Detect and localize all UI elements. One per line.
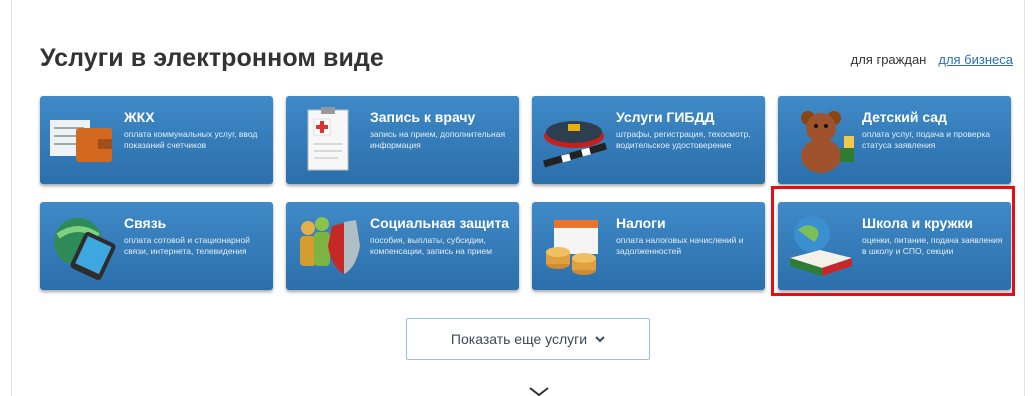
tile-description: оплата коммунальных услуг, ввод показани… [124, 129, 258, 150]
teddy-bear-icon [786, 106, 856, 174]
service-tile-social[interactable]: Социальная защита пособия, выплаты, субс… [286, 202, 519, 290]
tile-description: оплата сотовой и стационарной связи, инт… [124, 235, 250, 256]
show-more-services-button[interactable]: Показать еще услуги [406, 318, 650, 360]
scroll-down-icon[interactable] [524, 384, 554, 396]
globe-phone-icon [48, 212, 118, 280]
show-more-label: Показать еще услуги [450, 331, 588, 347]
tile-title: Социальная защита [370, 215, 510, 231]
chevron-down-icon [595, 336, 605, 343]
services-panel: Услуги в электронном виде для граждан дл… [0, 0, 1032, 396]
tile-title: Услуги ГИБДД [616, 109, 715, 125]
tile-description: запись на прием, дополнительная информац… [370, 129, 506, 150]
filter-citizens[interactable]: для граждан [851, 52, 927, 67]
medical-clipboard-icon [294, 106, 364, 174]
service-tile-kindergarten[interactable]: Детский сад оплата услуг, подача и прове… [778, 96, 1011, 184]
police-cap-baton-icon [540, 106, 610, 174]
tile-description: штрафы, регистрация, техосмотр, водитель… [616, 129, 751, 150]
service-tile-communication[interactable]: Связь оплата сотовой и стационарной связ… [40, 202, 273, 290]
service-tile-taxes[interactable]: Налоги оплата налоговых начислений и зад… [532, 202, 765, 290]
highlight-frame [771, 186, 1015, 296]
calendar-coins-icon [540, 212, 610, 280]
audience-filter: для граждан для бизнеса [851, 52, 1013, 67]
panel-right-border [1024, 0, 1025, 396]
section-title: Услуги в электронном виде [40, 44, 384, 72]
tile-title: Связь [124, 215, 167, 231]
people-shield-icon [294, 212, 364, 280]
tile-title: ЖКХ [124, 109, 155, 125]
tile-title: Запись к врачу [370, 109, 476, 125]
tile-description: оплата услуг, подача и проверка статуса … [862, 129, 990, 150]
panel-left-border [11, 0, 12, 396]
service-tile-gibdd[interactable]: Услуги ГИБДД штрафы, регистрация, техосм… [532, 96, 765, 184]
tile-description: оплата налоговых начислений и задолженно… [616, 235, 744, 256]
utility-bill-wallet-icon [48, 106, 118, 174]
tile-description: пособия, выплаты, субсидии, компенсации,… [370, 235, 492, 256]
service-tile-doctor[interactable]: Запись к врачу запись на прием, дополнит… [286, 96, 519, 184]
service-tile-zhkh[interactable]: ЖКХ оплата коммунальных услуг, ввод пока… [40, 96, 273, 184]
filter-business-link[interactable]: для бизнеса [938, 52, 1013, 67]
tile-title: Налоги [616, 215, 666, 231]
tile-title: Детский сад [862, 109, 947, 125]
